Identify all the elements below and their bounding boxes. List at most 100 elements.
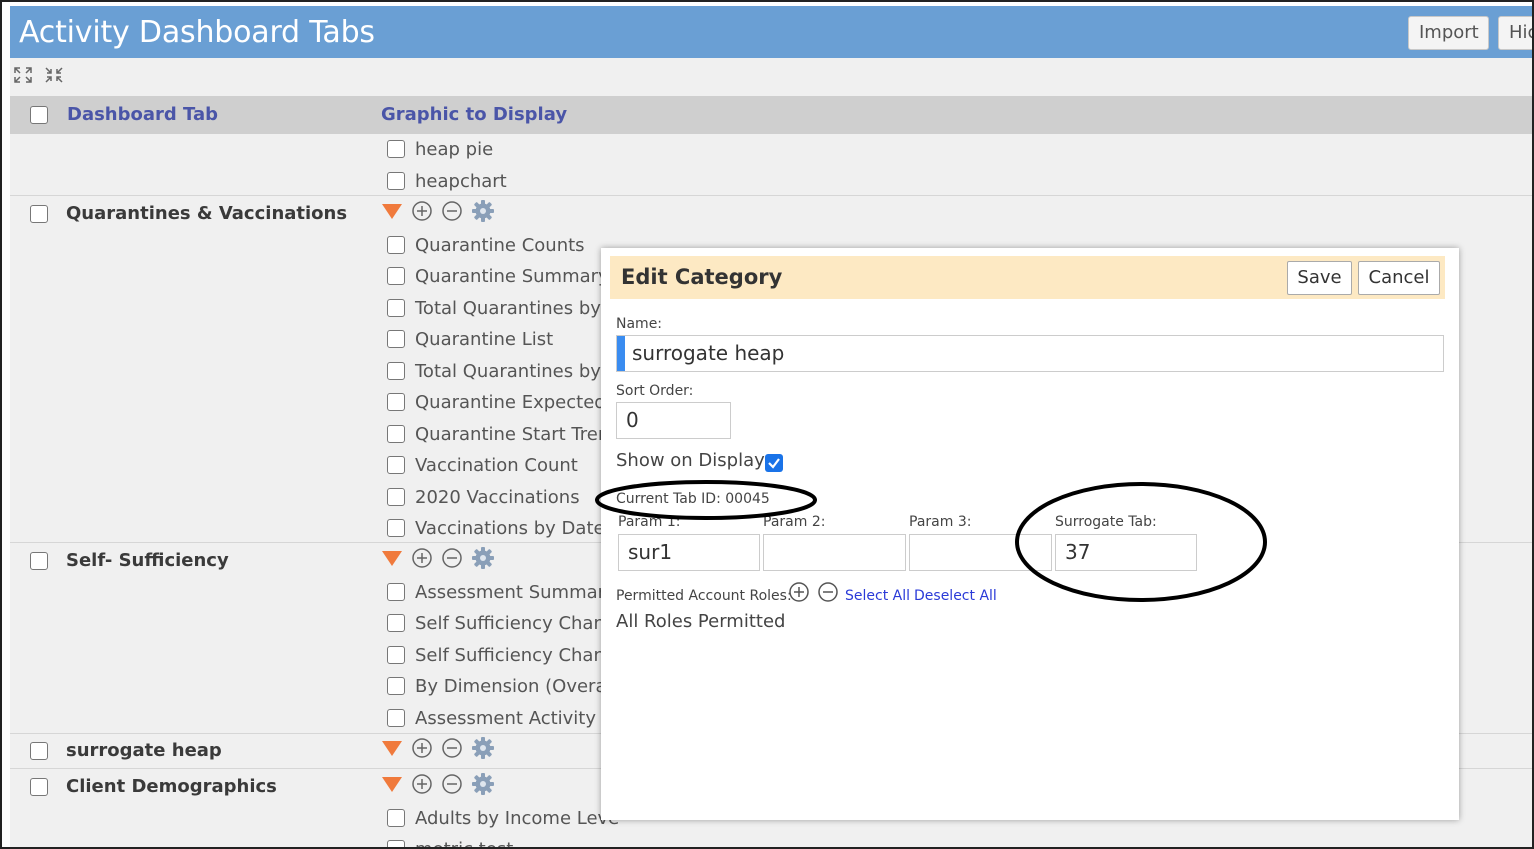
list-item: Quarantine Counts [387, 233, 585, 256]
param1-label: Param 1: [618, 514, 681, 530]
item-label: Quarantine List [415, 329, 554, 350]
surrogate-tab-label: Surrogate Tab: [1055, 514, 1157, 530]
item-label: 2020 Vaccinations [415, 487, 580, 508]
show-on-display-label: Show on Display: [616, 450, 770, 471]
item-label: Assessment Summary [415, 582, 616, 603]
item-checkbox[interactable] [387, 299, 405, 317]
item-checkbox[interactable] [387, 488, 405, 506]
category-actions [381, 772, 498, 798]
category-checkbox[interactable] [30, 778, 48, 796]
check-icon [768, 458, 780, 469]
list-item: Quarantine Summary I [387, 264, 620, 287]
item-checkbox[interactable] [387, 140, 405, 158]
item-checkbox[interactable] [387, 393, 405, 411]
item-label: Total Quarantines by S [415, 361, 619, 382]
item-checkbox[interactable] [387, 330, 405, 348]
item-checkbox[interactable] [387, 425, 405, 443]
item-checkbox[interactable] [387, 267, 405, 285]
item-checkbox[interactable] [387, 519, 405, 537]
category-name: Self- Sufficiency [66, 550, 229, 571]
deselect-all-roles-link[interactable]: Deselect All [914, 588, 997, 604]
item-label: Quarantine Expected F [415, 392, 622, 413]
gear-icon[interactable] [471, 772, 495, 796]
add-circle-icon[interactable] [411, 200, 433, 222]
surrogate-tab-input[interactable]: 37 [1055, 534, 1197, 571]
item-checkbox[interactable] [387, 614, 405, 632]
page-title: Activity Dashboard Tabs [19, 15, 375, 50]
item-checkbox[interactable] [387, 646, 405, 664]
item-label: metric test [415, 839, 513, 849]
sort-order-input[interactable]: 0 [616, 402, 731, 439]
remove-circle-icon[interactable] [441, 737, 463, 759]
hide-button[interactable]: Hic [1498, 16, 1532, 50]
item-checkbox[interactable] [387, 236, 405, 254]
gear-icon[interactable] [471, 736, 495, 760]
collapse-all-icon[interactable] [44, 66, 64, 84]
category-name: Client Demographics [66, 776, 277, 797]
list-item: Vaccination Count [387, 453, 578, 476]
expand-all-icon[interactable] [13, 66, 33, 84]
item-label: By Dimension (Overall) [415, 676, 624, 697]
param2-input[interactable] [763, 534, 906, 571]
category-name: Quarantines & Vaccinations [66, 203, 348, 224]
add-circle-icon[interactable] [411, 547, 433, 569]
remove-role-icon[interactable] [817, 581, 839, 603]
category-actions [381, 199, 498, 225]
item-checkbox[interactable] [387, 362, 405, 380]
remove-circle-icon[interactable] [441, 773, 463, 795]
list-item: Quarantine List [387, 327, 553, 350]
param3-input[interactable] [909, 534, 1052, 571]
category-checkbox[interactable] [30, 205, 48, 223]
sort-order-label: Sort Order: [616, 383, 694, 399]
name-label: Name: [616, 316, 663, 332]
expand-triangle-icon[interactable] [381, 201, 403, 221]
list-item: heap pie [387, 137, 493, 160]
add-circle-icon[interactable] [411, 773, 433, 795]
remove-circle-icon[interactable] [441, 547, 463, 569]
add-role-icon[interactable] [788, 581, 810, 603]
edit-category-dialog: Edit Category Save Cancel Name: surrogat… [601, 248, 1459, 820]
category-checkbox[interactable] [30, 552, 48, 570]
list-item: Assessment Summary [387, 580, 616, 603]
item-label: Self Sufficiency Chang [415, 613, 617, 634]
item-label: Quarantine Start Trend [415, 424, 621, 445]
name-input[interactable]: surrogate heap [616, 335, 1444, 372]
show-on-display-checkbox[interactable] [765, 454, 783, 472]
list-item: Total Quarantines by T [387, 296, 618, 319]
import-button[interactable]: Import [1408, 16, 1489, 50]
item-label: Assessment Activity (A [415, 708, 622, 729]
save-button[interactable]: Save [1287, 261, 1352, 295]
item-checkbox[interactable] [387, 456, 405, 474]
list-item: Vaccinations by Date [387, 516, 605, 539]
gear-icon[interactable] [471, 199, 495, 223]
expand-triangle-icon[interactable] [381, 774, 403, 794]
input-focus-accent [617, 336, 625, 371]
item-checkbox[interactable] [387, 840, 405, 849]
remove-circle-icon[interactable] [441, 200, 463, 222]
list-item: Assessment Activity (A [387, 706, 621, 729]
gear-icon[interactable] [471, 546, 495, 570]
list-item: Quarantine Expected F [387, 390, 622, 413]
category-name: surrogate heap [66, 740, 222, 761]
current-tab-id: Current Tab ID: 00045 [616, 491, 770, 507]
column-dashboard-tab[interactable]: Dashboard Tab [67, 104, 218, 125]
expand-triangle-icon[interactable] [381, 548, 403, 568]
select-all-checkbox[interactable] [30, 106, 48, 124]
item-checkbox[interactable] [387, 677, 405, 695]
category-actions [381, 736, 498, 762]
select-all-roles-link[interactable]: Select All [845, 588, 910, 604]
item-checkbox[interactable] [387, 809, 405, 827]
item-label: Self Sufficiency Chang [415, 645, 617, 666]
category-checkbox[interactable] [30, 742, 48, 760]
item-checkbox[interactable] [387, 583, 405, 601]
item-checkbox[interactable] [387, 709, 405, 727]
cancel-button[interactable]: Cancel [1358, 261, 1440, 295]
expand-triangle-icon[interactable] [381, 738, 403, 758]
dialog-title: Edit Category [621, 265, 783, 289]
add-circle-icon[interactable] [411, 737, 433, 759]
name-value: surrogate heap [632, 341, 785, 365]
param1-input[interactable]: sur1 [618, 534, 760, 571]
list-item: Self Sufficiency Chang [387, 611, 616, 634]
column-graphic-to-display[interactable]: Graphic to Display [381, 104, 567, 125]
item-checkbox[interactable] [387, 172, 405, 190]
